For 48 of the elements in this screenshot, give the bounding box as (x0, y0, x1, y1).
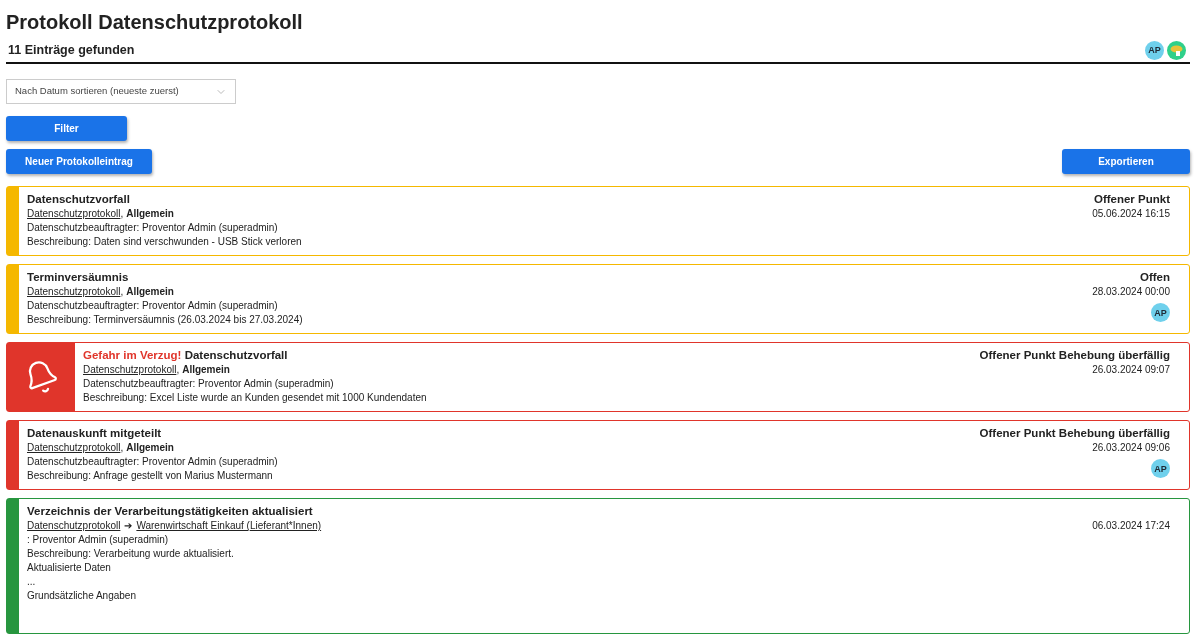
status-label: Offen (1139, 270, 1170, 285)
entry-title: Verzeichnis der Verarbeitungstätigkeiten aktualisiert (27, 504, 314, 519)
entry-detail: Beschreibung: Anfrage gestellt von Marius Mustermann (27, 469, 274, 483)
entry-date: 28.03.2024 00:00 (1092, 285, 1170, 299)
entry-detail: Aktualisierte Daten (27, 561, 112, 575)
entry-detail: Beschreibung: Daten sind verschwunden - USB Stick verloren (27, 235, 303, 249)
avatar-badge: AP (1151, 303, 1170, 322)
entry-detail: Grundsätzliche Angaben (27, 589, 137, 603)
entry-detail: Beschreibung: Verarbeitung wurde aktualisiert. (27, 547, 235, 561)
entry-date: 26.03.2024 09:06 (1092, 441, 1170, 455)
status-label: Offener Punkt Behebung überfällig (979, 348, 1170, 363)
new-entry-button[interactable]: Neuer Protokolleintrag (6, 149, 152, 174)
filter-button[interactable]: Filter (6, 116, 127, 141)
entry-detail: : Proventor Admin (superadmin) (27, 533, 170, 547)
category-label: Allgemein (182, 363, 230, 377)
avatar-badge: AP (1151, 459, 1170, 478)
entry-detail: ... (27, 575, 37, 589)
status-label: Offener Punkt (1093, 192, 1170, 207)
breadcrumb-link[interactable]: Datenschutzprotokoll (27, 519, 121, 533)
entry-title: Datenschutzvorfall (27, 192, 131, 207)
comma-separator: , (120, 441, 124, 455)
entry-date: 26.03.2024 09:07 (1092, 363, 1170, 377)
avatar-badge: AP (1145, 41, 1164, 60)
export-button[interactable]: Exportieren (1062, 149, 1190, 174)
comma-separator: , (176, 363, 180, 377)
page-title: Protokoll Datenschutzprotokoll (6, 10, 304, 35)
entry-title: Datenauskunft mitgeteilt (27, 426, 163, 441)
comma-separator: , (120, 285, 124, 299)
result-count: 11 Einträge gefunden (7, 42, 135, 60)
status-label: Offener Punkt Behebung überfällig (979, 426, 1170, 441)
sort-dropdown[interactable]: Nach Datum sortieren (neueste zuerst) (6, 79, 236, 104)
entry-date: 05.06.2024 16:15 (1092, 207, 1170, 221)
category-label: Allgemein (126, 285, 174, 299)
entry-detail: Datenschutzbeauftragter: Proventor Admin (superadmin) (83, 377, 335, 391)
mascot-avatar-icon (1167, 41, 1186, 60)
entry-date: 06.03.2024 17:24 (1092, 519, 1170, 533)
entry-detail: Datenschutzbeauftragter: Proventor Admin (superadmin) (27, 455, 279, 469)
entry-detail: Datenschutzbeauftragter: Proventor Admin (superadmin) (27, 221, 279, 235)
comma-separator: , (120, 207, 124, 221)
breadcrumb-link[interactable]: Warenwirtschaft Einkauf (Lieferant*Innen) (136, 519, 322, 533)
entry-title: Gefahr im Verzug! Datenschutzvorfall (83, 348, 289, 363)
entry-title: Terminversäumnis (27, 270, 130, 285)
category-label: Allgemein (126, 207, 174, 221)
category-label: Allgemein (126, 441, 174, 455)
arrow-separator: ➔ (124, 519, 133, 533)
entry-detail: Beschreibung: Excel Liste wurde an Kunden gesendet mit 1000 Kundendaten (83, 391, 428, 405)
entry-detail: Beschreibung: Terminversäumnis (26.03.2024 bis 27.03.2024) (27, 313, 304, 327)
entry-detail: Datenschutzbeauftragter: Proventor Admin (superadmin) (27, 299, 279, 313)
